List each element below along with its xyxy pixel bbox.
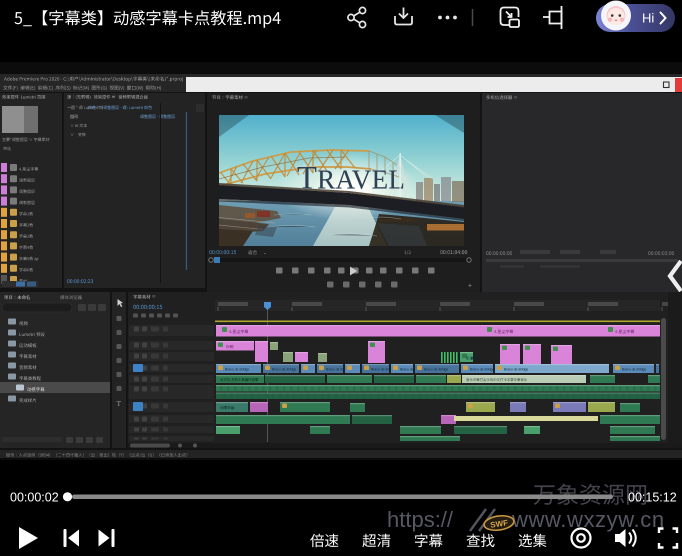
svg-text:00:15:12: 00:15:12	[628, 491, 677, 505]
svg-text:Bravo de Bridge: Bravo de Bridge	[225, 368, 249, 372]
svg-text:Bravo de Bridge: Bravo de Bridge	[622, 368, 646, 372]
svg-text:TRAVEL: TRAVEL	[297, 161, 405, 197]
svg-text:Bravo de Bridge: Bravo de Bridge	[272, 368, 296, 372]
svg-text:Hi: Hi	[642, 11, 654, 26]
svg-text:Bravo de Bridge: Bravo de Bridge	[504, 368, 528, 372]
svg-text:Bravo de Bridge: Bravo de Bridge	[470, 368, 494, 372]
svg-text:Bravo de Bridge: Bravo de Bridge	[424, 368, 448, 372]
svg-text:https://: https://	[387, 507, 454, 532]
svg-text:⌄: ⌄	[263, 250, 267, 255]
svg-text:00:00:02: 00:00:02	[10, 491, 59, 505]
svg-text:www.wxzyw.cn: www.wxzyw.cn	[511, 507, 665, 532]
svg-text:T: T	[117, 399, 122, 408]
